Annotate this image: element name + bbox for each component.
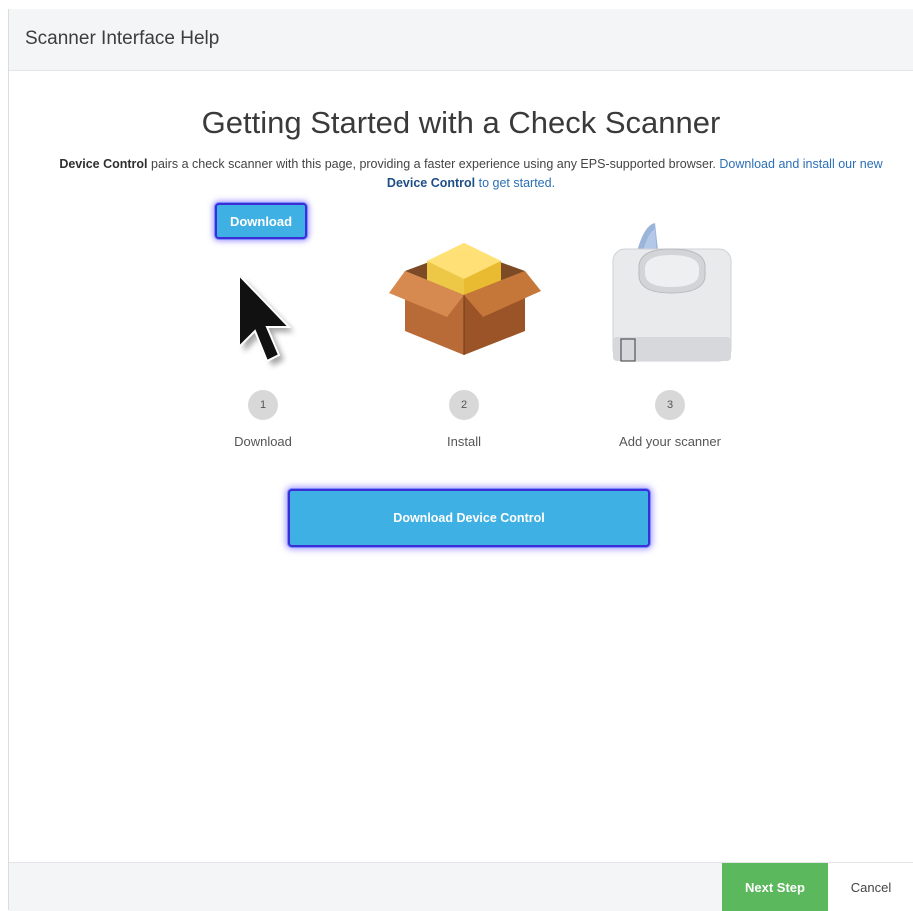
step-3-label: Add your scanner [619,434,721,449]
dialog-footer: Next Step Cancel [9,862,913,911]
check-scanner-icon [607,219,737,372]
next-step-button[interactable]: Next Step [722,863,828,911]
step-1-number: 1 [248,390,278,420]
step-2-number: 2 [449,390,479,420]
description-body: pairs a check scanner with this page, pr… [147,157,720,171]
install-link-text-2: to get started. [475,176,556,190]
description-lead-bold: Device Control [59,157,148,171]
cursor-arrow-icon [235,271,297,376]
package-box-icon [387,231,541,376]
step-2-label: Install [447,434,481,449]
scanner-help-dialog: Scanner Interface Help Getting Started w… [8,9,913,911]
dialog-title: Scanner Interface Help [25,28,220,49]
description-text: Device Control pairs a check scanner wit… [49,155,893,193]
download-device-control-button[interactable]: Download Device Control [288,489,650,547]
step-1-label: Download [234,434,292,449]
page-title: Getting Started with a Check Scanner [201,105,721,140]
dialog-header: Scanner Interface Help [9,9,913,71]
install-link-text-1: Download and install our new [719,157,883,171]
step-3-number: 3 [655,390,685,420]
cancel-button[interactable]: Cancel [828,863,913,911]
install-link-bold: Device Control [386,176,476,190]
download-button[interactable]: Download [215,203,307,239]
